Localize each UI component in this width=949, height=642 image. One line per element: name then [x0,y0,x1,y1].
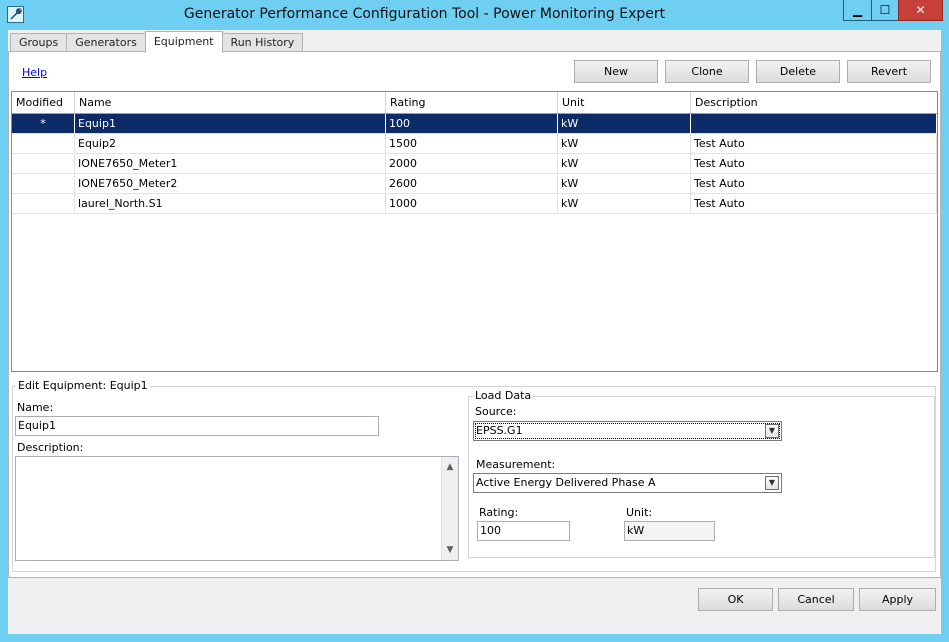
source-select[interactable]: EPSS.G1 ▼ [473,421,782,441]
minimize-icon: ▁ [852,3,863,17]
close-icon: ✕ [915,3,926,17]
cell-modified [12,174,75,193]
measurement-label: Measurement: [476,458,556,471]
cell-modified [12,134,75,153]
table-row[interactable]: IONE7650_Meter2 2600 kW Test Auto [12,174,937,194]
cell-rating: 2000 [386,154,558,173]
scroll-down-icon[interactable]: ▼ [442,542,458,558]
unit-input: kW [624,521,715,541]
cell-description: Test Auto [691,134,937,153]
scroll-up-icon[interactable]: ▲ [442,459,458,475]
table-row[interactable]: Equip2 1500 kW Test Auto [12,134,937,154]
cell-name: IONE7650_Meter2 [75,174,386,193]
column-header-name[interactable]: Name [75,92,386,113]
maximize-icon: ☐ [879,3,891,17]
description-textarea[interactable]: ▲ ▼ [15,456,459,561]
grid-header: Modified Name Rating Unit Description [12,92,937,114]
client-area: Groups Generators Equipment Run History … [8,30,941,634]
cell-rating: 100 [386,114,558,133]
tab-equipment[interactable]: Equipment [144,31,223,53]
ok-button[interactable]: OK [698,588,773,611]
chevron-down-icon[interactable]: ▼ [765,476,779,490]
cell-description: Test Auto [691,154,937,173]
tab-groups[interactable]: Groups [10,33,68,53]
name-label: Name: [17,401,54,414]
chevron-down-icon[interactable]: ▼ [765,424,779,438]
cell-name: Equip2 [75,134,386,153]
description-text [16,457,458,461]
new-button[interactable]: New [574,60,658,83]
cell-modified [12,154,75,173]
cell-unit: kW [558,154,691,173]
rating-label: Rating: [479,506,519,519]
tab-generators[interactable]: Generators [66,33,146,53]
rating-input[interactable]: 100 [477,521,570,541]
equipment-grid[interactable]: Modified Name Rating Unit Description * … [11,91,938,372]
table-row[interactable]: laurel_North.S1 1000 kW Test Auto [12,194,937,214]
cell-rating: 1500 [386,134,558,153]
cell-description: Test Auto [691,194,937,213]
edit-equipment-legend: Edit Equipment: Equip1 [16,379,150,392]
measurement-select[interactable]: Active Energy Delivered Phase A ▼ [473,473,782,493]
cell-unit: kW [558,114,691,133]
maximize-button[interactable]: ☐ [871,0,899,21]
table-row[interactable]: IONE7650_Meter1 2000 kW Test Auto [12,154,937,174]
clone-button[interactable]: Clone [665,60,749,83]
revert-button[interactable]: Revert [847,60,931,83]
cell-name: laurel_North.S1 [75,194,386,213]
name-input[interactable]: Equip1 [15,416,379,436]
source-value: EPSS.G1 [476,424,523,437]
column-header-description[interactable]: Description [691,92,937,113]
cell-rating: 1000 [386,194,558,213]
description-scrollbar[interactable]: ▲ ▼ [441,457,458,560]
help-link[interactable]: Help [22,66,47,79]
cell-modified: * [12,114,75,133]
cell-description [691,114,937,133]
apply-button[interactable]: Apply [859,588,936,611]
close-button[interactable]: ✕ [898,0,943,21]
minimize-button[interactable]: ▁ [843,0,872,21]
unit-label: Unit: [626,506,653,519]
description-label: Description: [17,441,84,454]
source-label: Source: [475,405,517,418]
cell-name: Equip1 [75,114,386,133]
cell-unit: kW [558,174,691,193]
tab-run-history[interactable]: Run History [221,33,304,53]
cell-unit: kW [558,194,691,213]
column-header-rating[interactable]: Rating [386,92,558,113]
column-header-modified[interactable]: Modified [12,92,75,113]
column-header-unit[interactable]: Unit [558,92,691,113]
equipment-panel: Help New Clone Delete Revert Modified Na… [8,51,941,578]
title-bar: Generator Performance Configuration Tool… [0,0,949,30]
load-data-legend: Load Data [473,389,534,402]
cell-modified [12,194,75,213]
cell-rating: 2600 [386,174,558,193]
window-title: Generator Performance Configuration Tool… [183,6,666,22]
cell-name: IONE7650_Meter1 [75,154,386,173]
measurement-value: Active Energy Delivered Phase A [476,476,656,489]
delete-button[interactable]: Delete [756,60,840,83]
cell-unit: kW [558,134,691,153]
cell-description: Test Auto [691,174,937,193]
tab-strip: Groups Generators Equipment Run History [10,31,304,53]
table-row[interactable]: * Equip1 100 kW [12,114,937,134]
cancel-button[interactable]: Cancel [778,588,854,611]
